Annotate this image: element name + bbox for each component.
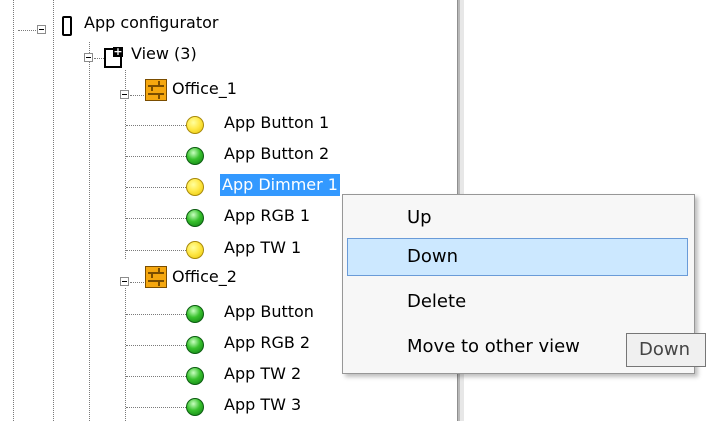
status-bulb-icon (186, 336, 204, 354)
tree-node-item[interactable]: App TW 2 (222, 363, 303, 385)
status-bulb-icon (186, 209, 204, 227)
room-icon (145, 266, 167, 288)
tree-node-item[interactable]: App TW 3 (222, 394, 303, 416)
tree-line (126, 314, 186, 315)
tree-node-item[interactable]: App Button (222, 301, 316, 323)
tooltip: Down (626, 333, 706, 367)
status-bulb-icon (186, 305, 204, 323)
tree-line (125, 288, 126, 421)
status-bulb-icon (186, 178, 204, 196)
tree-line (126, 250, 186, 251)
status-bulb-icon (186, 241, 204, 259)
collapse-toggle-office-1[interactable] (120, 90, 129, 99)
tree-line (126, 407, 186, 408)
status-bulb-icon (186, 147, 204, 165)
tree-line (53, 0, 54, 421)
menu-item-down[interactable]: Down (347, 238, 688, 276)
tree-line (13, 0, 14, 421)
tree-node-item[interactable]: App RGB 1 (222, 205, 312, 227)
tree-line (126, 125, 186, 126)
collapse-toggle-office-2[interactable] (120, 277, 129, 286)
tree-node-view[interactable]: View (3) (129, 43, 199, 65)
menu-item-up[interactable]: Up (347, 199, 688, 237)
tree-line (126, 218, 186, 219)
tree-node-item[interactable]: App RGB 2 (222, 332, 312, 354)
tree-line (130, 95, 144, 96)
collapse-toggle-view[interactable] (84, 53, 93, 62)
tree-node-item[interactable]: App Button 1 (222, 112, 331, 134)
menu-item-delete[interactable]: Delete (347, 283, 688, 321)
tree-line (94, 58, 104, 59)
phone-icon (62, 16, 72, 36)
tree-node-office-1[interactable]: Office_1 (170, 78, 239, 100)
tree-node-item[interactable]: App TW 1 (222, 237, 303, 259)
room-icon (145, 79, 167, 101)
tree-node-office-2[interactable]: Office_2 (170, 266, 239, 288)
tree-line (126, 345, 186, 346)
status-bulb-icon (186, 398, 204, 416)
tree-line (89, 42, 90, 421)
status-bulb-icon (186, 116, 204, 134)
tree-node-item-selected[interactable]: App Dimmer 1 (220, 174, 340, 196)
tree-node-root[interactable]: App configurator (82, 12, 220, 34)
tree-line (126, 156, 186, 157)
status-bulb-icon (186, 367, 204, 385)
collapse-toggle-root[interactable] (37, 25, 46, 34)
view-add-icon: + (104, 45, 123, 68)
plus-icon: + (113, 45, 123, 58)
tree-line (126, 376, 186, 377)
tree-line (130, 282, 144, 283)
tree-node-item[interactable]: App Button 2 (222, 143, 331, 165)
tree-line (126, 187, 186, 188)
